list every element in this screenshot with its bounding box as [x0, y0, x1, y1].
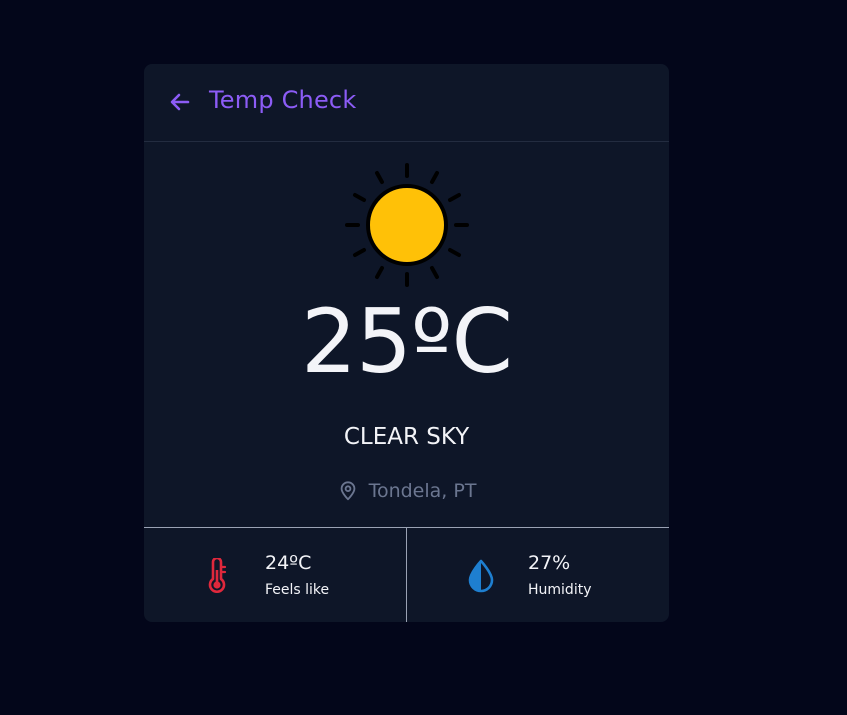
back-button[interactable]	[168, 90, 192, 114]
arrow-left-icon	[170, 93, 190, 111]
feels-like-value: 24ºC	[265, 552, 312, 574]
card-header: Temp Check	[144, 64, 669, 142]
water-drop-icon	[468, 559, 494, 593]
humidity-label: Humidity	[528, 582, 592, 598]
feels-like-stat: 24ºC Feels like	[144, 528, 406, 622]
app-title: Temp Check	[209, 86, 357, 114]
location: Tondela, PT	[144, 480, 669, 502]
stats-bar: 24ºC Feels like 27% Humidity	[144, 527, 669, 622]
location-name: Tondela, PT	[368, 480, 477, 502]
humidity-stat: 27% Humidity	[406, 528, 669, 622]
temperature-value: 25ºC	[301, 290, 513, 393]
thermometer-icon	[208, 558, 227, 593]
weather-condition: CLEAR SKY	[343, 424, 470, 450]
weather-card: Temp Check 25ºC CLEAR SKY Tondela, PT 24…	[144, 64, 669, 622]
humidity-value: 27%	[528, 552, 571, 574]
sun-icon	[345, 163, 469, 287]
map-pin-icon	[340, 481, 355, 501]
feels-like-label: Feels like	[265, 582, 330, 598]
